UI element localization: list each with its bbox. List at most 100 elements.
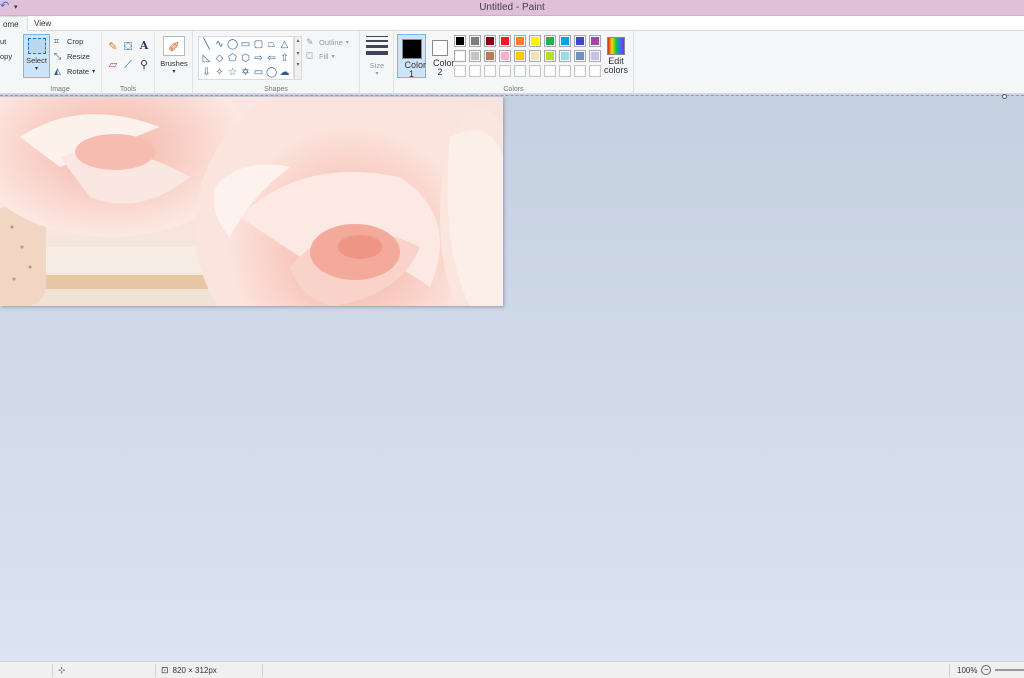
crop-button[interactable]: ⌗ Crop: [54, 36, 83, 46]
status-separator: [949, 664, 950, 677]
color-swatch[interactable]: [469, 50, 481, 62]
shapes-scroll-up-icon[interactable]: ▴: [295, 37, 301, 44]
color-swatch[interactable]: [574, 35, 586, 47]
color-swatch[interactable]: [589, 50, 601, 62]
color-swatch[interactable]: [514, 35, 526, 47]
five-point-star-shape-icon[interactable]: ☆: [227, 67, 238, 78]
color-swatch[interactable]: [499, 65, 511, 77]
fill-dropdown-icon: ▾: [331, 53, 335, 60]
cut-button[interactable]: ut: [0, 37, 6, 46]
canvas-resize-handle[interactable]: [1002, 94, 1007, 99]
shapes-scroll-down-icon[interactable]: ▾: [295, 50, 301, 57]
color-swatch[interactable]: [589, 35, 601, 47]
curve-shape-icon[interactable]: ∿: [214, 39, 225, 50]
rounded-rectangle-shape-icon[interactable]: ▢: [253, 39, 264, 50]
color-swatch[interactable]: [469, 35, 481, 47]
left-arrow-shape-icon[interactable]: ⇦: [266, 53, 277, 64]
outline-button[interactable]: ✎ Outline ▾: [306, 37, 349, 47]
color-swatch[interactable]: [514, 50, 526, 62]
six-point-star-shape-icon[interactable]: ✡: [240, 67, 251, 78]
rectangle-shape-icon[interactable]: ▭: [240, 39, 251, 50]
four-point-star-shape-icon[interactable]: ✧: [214, 67, 225, 78]
size-dropdown-icon: ▾: [375, 71, 379, 77]
diamond-shape-icon[interactable]: ◇: [214, 53, 225, 64]
canvas-image[interactable]: [0, 97, 503, 306]
tab-view[interactable]: View: [26, 16, 59, 31]
line-shape-icon[interactable]: ╲: [201, 39, 212, 50]
resize-button[interactable]: ⤡ Resize: [54, 51, 90, 61]
color-swatch[interactable]: [454, 35, 466, 47]
color-swatch[interactable]: [544, 65, 556, 77]
color-swatch[interactable]: [574, 50, 586, 62]
color-swatch[interactable]: [499, 50, 511, 62]
shapes-scroll[interactable]: ▴ ▾ ▾: [294, 36, 302, 80]
color-picker-icon[interactable]: ⟋: [122, 59, 134, 71]
zoom-out-icon[interactable]: −: [981, 665, 992, 675]
color-swatch[interactable]: [574, 65, 586, 77]
select-button[interactable]: Select ▾: [23, 34, 50, 78]
color-swatch[interactable]: [484, 35, 496, 47]
color-swatch[interactable]: [514, 65, 526, 77]
edit-colors-button[interactable]: Edit colors: [602, 34, 630, 78]
color-swatch[interactable]: [454, 50, 466, 62]
canvas-size-icon: ⊡: [161, 665, 169, 675]
color-swatch[interactable]: [589, 65, 601, 77]
triangle-shape-icon[interactable]: △: [279, 39, 290, 50]
zoom-level: 100%: [957, 665, 978, 675]
window-title: Untitled - Paint: [479, 2, 545, 13]
color-swatch[interactable]: [544, 50, 556, 62]
color-swatch-fill: [471, 52, 479, 60]
tab-home[interactable]: ome: [0, 16, 28, 32]
oval-shape-icon[interactable]: ◯: [227, 39, 238, 50]
color-swatch[interactable]: [559, 35, 571, 47]
rotate-button[interactable]: ◭ Rotate ▾: [54, 66, 95, 76]
polygon-shape-icon[interactable]: ⏢: [266, 39, 277, 50]
eraser-icon[interactable]: ▱: [107, 59, 119, 71]
shapes-expand-icon[interactable]: ▾: [295, 61, 301, 68]
cloud-callout-shape-icon[interactable]: ☁: [279, 67, 290, 78]
rect-callout-shape-icon[interactable]: ▭: [253, 67, 264, 78]
color-swatch-fill: [516, 52, 524, 60]
right-triangle-shape-icon[interactable]: ◺: [201, 53, 212, 64]
size-button[interactable]: Size ▾: [364, 36, 390, 77]
cut-label: ut: [0, 37, 7, 46]
outline-icon: ✎: [306, 37, 314, 47]
brushes-button[interactable]: ✐ Brushes ▾: [158, 36, 190, 75]
color-swatch[interactable]: [544, 35, 556, 47]
ribbon-tabs: ome View: [0, 16, 1024, 32]
resize-label: Resize: [67, 51, 90, 61]
color-swatch[interactable]: [559, 50, 571, 62]
color-swatch[interactable]: [499, 35, 511, 47]
magnifier-icon[interactable]: ⚲: [138, 59, 150, 71]
size-icon: [366, 36, 388, 55]
color2-label: Color 2: [433, 58, 455, 77]
color-swatch[interactable]: [529, 65, 541, 77]
rotate-dropdown-icon: ▾: [92, 68, 96, 75]
color-swatch[interactable]: [529, 35, 541, 47]
color-swatch[interactable]: [484, 50, 496, 62]
color-swatch[interactable]: [529, 50, 541, 62]
copy-button[interactable]: opy: [0, 52, 12, 61]
status-separator: [262, 664, 263, 677]
color-swatch[interactable]: [454, 65, 466, 77]
color1-button[interactable]: Color 1: [397, 34, 426, 79]
oval-callout-shape-icon[interactable]: ◯: [266, 67, 277, 78]
color2-button[interactable]: Color 2: [427, 34, 455, 78]
zoom-slider[interactable]: [995, 669, 1024, 671]
right-arrow-shape-icon[interactable]: ⇨: [253, 53, 264, 64]
pentagon-shape-icon[interactable]: ⬠: [227, 53, 238, 64]
color-swatch[interactable]: [469, 65, 481, 77]
color-swatch[interactable]: [484, 65, 496, 77]
text-tool-icon[interactable]: A: [138, 40, 150, 52]
pencil-icon[interactable]: ✎: [107, 41, 119, 53]
color-swatch[interactable]: [559, 65, 571, 77]
hexagon-shape-icon[interactable]: ⬡: [240, 53, 251, 64]
fill-button[interactable]: ⛋ Fill ▾: [306, 51, 335, 61]
rotate-label: Rotate: [67, 66, 90, 76]
up-arrow-shape-icon[interactable]: ⇧: [279, 53, 290, 64]
down-arrow-shape-icon[interactable]: ⇩: [201, 67, 212, 78]
fill-bucket-icon[interactable]: ⛋: [122, 41, 134, 53]
brushes-group: ✐ Brushes ▾: [155, 31, 193, 94]
tools-group-label: Tools: [119, 86, 137, 93]
resize-icon: ⤡: [54, 51, 62, 61]
